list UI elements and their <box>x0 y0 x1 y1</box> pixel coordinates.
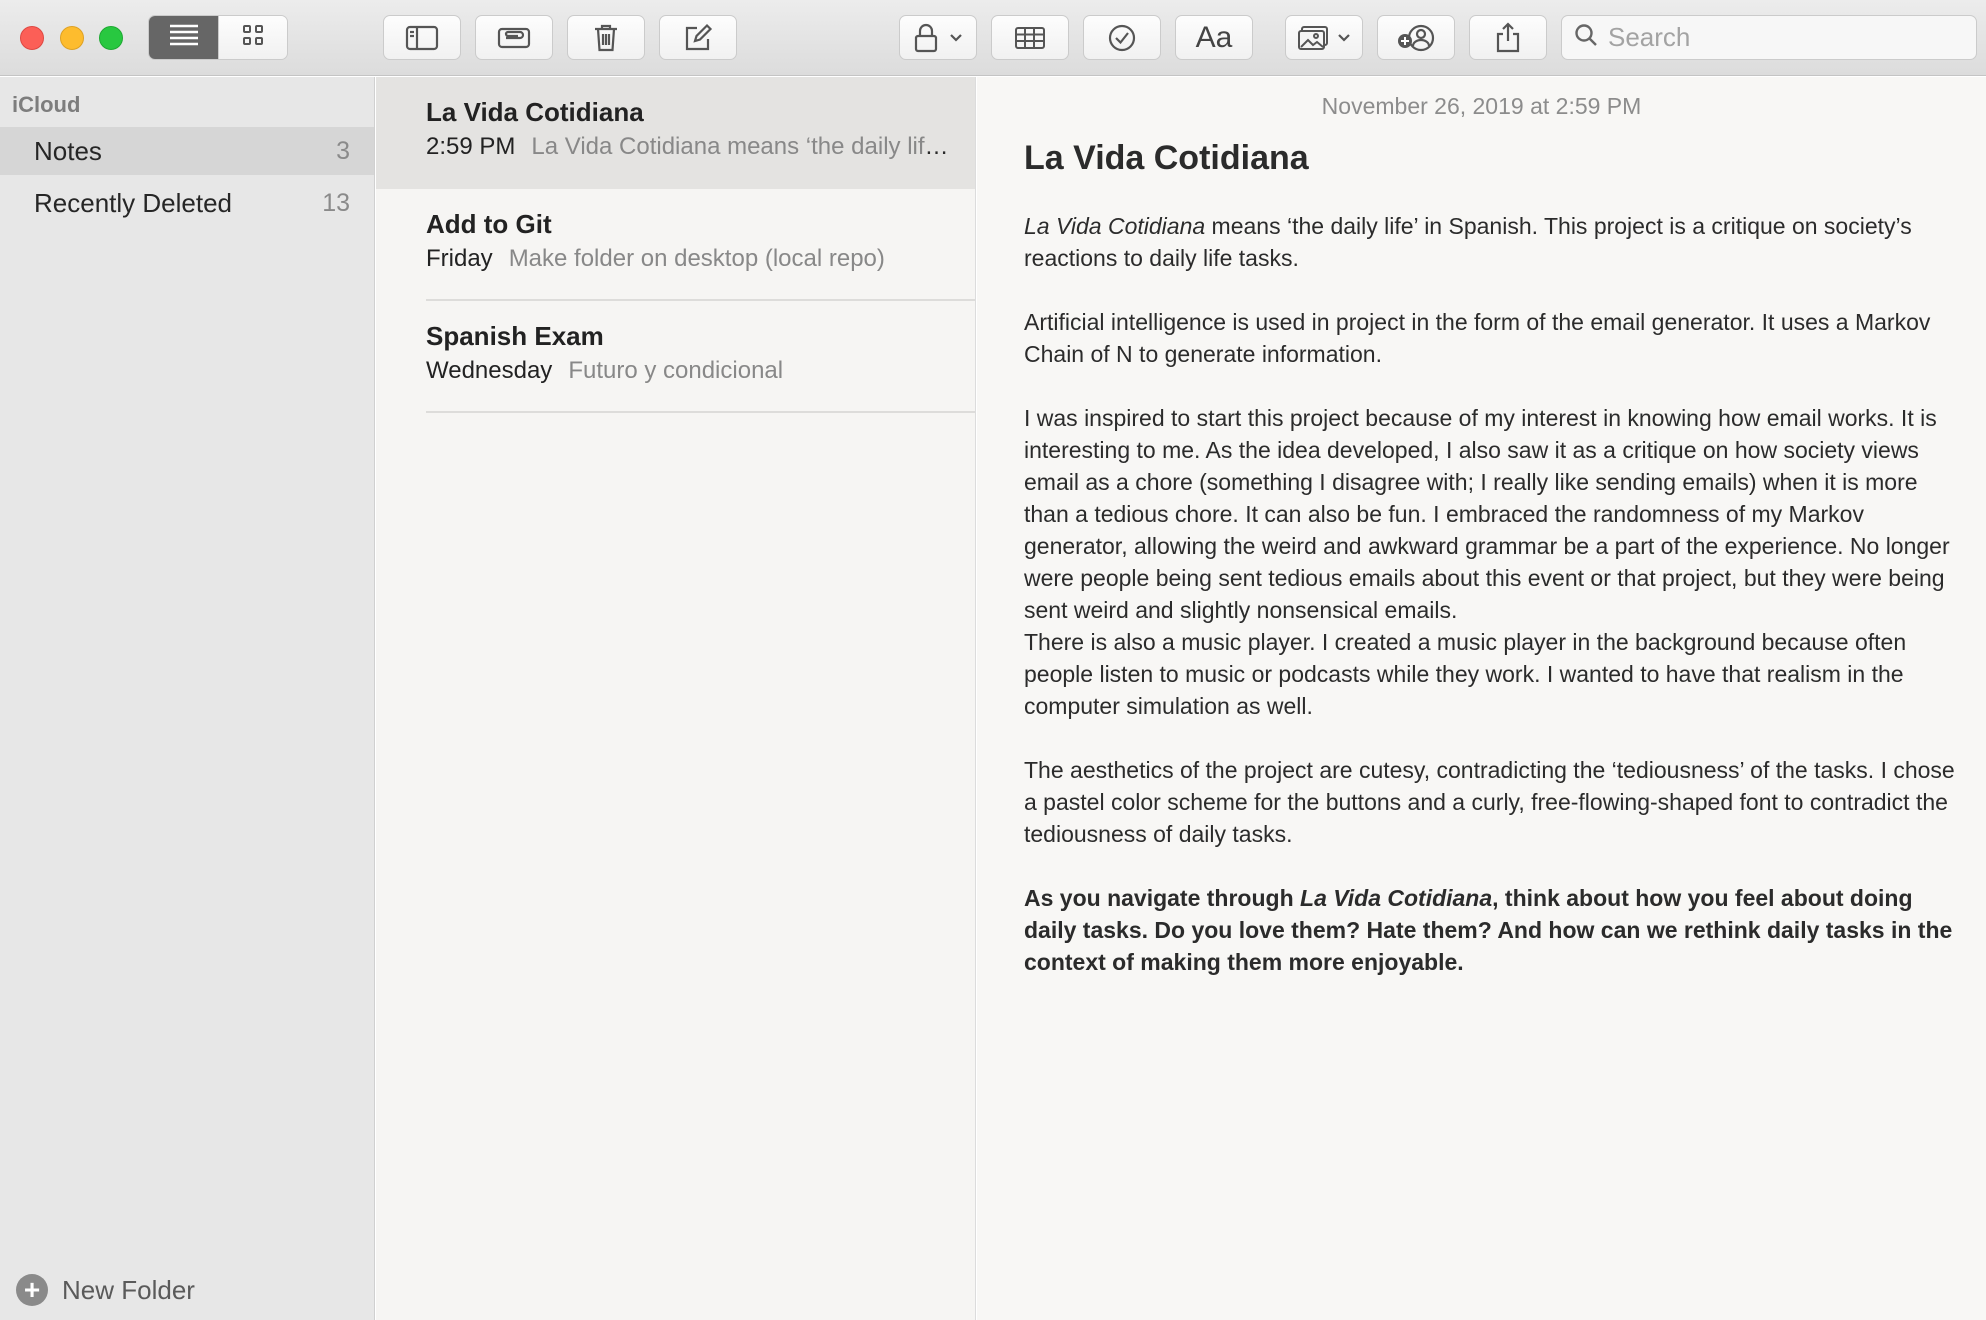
lock-icon <box>913 23 939 53</box>
sidebar-section-icloud: iCloud <box>12 92 81 117</box>
new-folder-label: New Folder <box>62 1274 195 1305</box>
delete-button[interactable] <box>567 15 645 60</box>
sidebar-item-count: 3 <box>336 136 350 165</box>
media-icon <box>1297 25 1329 51</box>
format-icon: Aa <box>1195 20 1233 54</box>
note-timestamp: November 26, 2019 at 2:59 PM <box>1321 93 1642 119</box>
trash-icon <box>592 23 620 53</box>
search-input[interactable] <box>1608 22 1968 53</box>
compose-icon <box>683 23 713 53</box>
toggle-sidebar-button[interactable] <box>383 15 461 60</box>
note-title: Spanish Exam <box>426 321 604 351</box>
sidebar-item-label: Notes <box>34 135 102 166</box>
sidebar-item-notes[interactable]: Notes 3 <box>0 127 374 175</box>
attachments-button[interactable] <box>475 15 553 60</box>
note-italic-text: La Vida Cotidiana <box>1300 885 1493 911</box>
note-date: Friday <box>426 245 493 272</box>
table-button[interactable] <box>991 15 1069 60</box>
sidebar-item-count: 13 <box>322 188 350 217</box>
share-button[interactable] <box>1469 15 1547 60</box>
note-italic-text: La Vida Cotidiana <box>1024 213 1206 239</box>
note-paragraph: Artificial intelligence is used in proje… <box>1024 309 1931 367</box>
note-meta: 2:59 PM La Vida Cotidiana means ‘the dail… <box>426 133 956 161</box>
search-field[interactable] <box>1561 15 1977 60</box>
new-folder-button[interactable]: + New Folder <box>16 1272 195 1308</box>
lock-menu-button[interactable] <box>899 15 977 60</box>
note-paragraph: There is also a music player. I created … <box>1024 629 1907 719</box>
notes-window: Aa iCloud <box>0 0 1986 1320</box>
note-title: La Vida Cotidiana <box>426 97 644 127</box>
format-button[interactable]: Aa <box>1175 15 1253 60</box>
folder-sidebar: iCloud Notes 3 Recently Deleted 13 + New… <box>0 77 375 1320</box>
note-paragraph: I was inspired to start this project bec… <box>1024 405 1950 623</box>
note-list-item[interactable]: Add to Git Friday Make folder on desktop … <box>376 189 975 301</box>
list-view-button[interactable] <box>149 16 218 59</box>
checklist-icon <box>1107 23 1137 53</box>
notes-list: La Vida Cotidiana 2:59 PM La Vida Cotidia… <box>376 77 976 1320</box>
sidebar-item-recently-deleted[interactable]: Recently Deleted 13 <box>0 179 374 227</box>
collaborate-icon <box>1396 23 1436 53</box>
list-divider <box>426 411 975 413</box>
note-preview: La Vida Cotidiana means ‘the daily life’… <box>531 133 956 160</box>
chevron-down-icon <box>1337 33 1351 43</box>
search-icon <box>1574 23 1598 52</box>
note-list-item[interactable]: La Vida Cotidiana 2:59 PM La Vida Cotidia… <box>376 77 975 189</box>
note-title: Add to Git <box>426 209 552 239</box>
toolbar: Aa <box>0 0 1986 76</box>
note-list-item[interactable]: Spanish Exam Wednesday Futuro y condicion… <box>376 301 975 413</box>
note-paragraph: The aesthetics of the project are cutesy… <box>1024 757 1955 847</box>
note-editor[interactable]: November 26, 2019 at 2:59 PM La Vida Cot… <box>977 77 1986 1320</box>
checklist-button[interactable] <box>1083 15 1161 60</box>
note-text: As you navigate through <box>1024 885 1301 911</box>
zoom-window-button[interactable] <box>99 26 123 50</box>
new-note-button[interactable] <box>659 15 737 60</box>
view-mode-toggle <box>148 15 288 60</box>
gallery-view-button[interactable] <box>218 16 287 59</box>
plus-circle-icon: + <box>16 1274 48 1306</box>
sidebar-item-label: Recently Deleted <box>34 187 232 218</box>
note-date: 2:59 PM <box>426 133 516 160</box>
note-meta: Wednesday Futuro y condicional <box>426 357 956 385</box>
collaborate-button[interactable] <box>1377 15 1455 60</box>
note-preview: Futuro y condicional <box>568 357 784 384</box>
note-body[interactable]: La Vida Cotidiana means ‘the daily life’… <box>1024 210 1964 978</box>
attachments-icon <box>497 25 531 51</box>
list-view-icon <box>169 24 199 51</box>
note-heading[interactable]: La Vida Cotidiana <box>1024 139 1309 178</box>
gallery-view-icon <box>242 24 264 51</box>
close-window-button[interactable] <box>20 26 44 50</box>
minimize-window-button[interactable] <box>60 26 84 50</box>
share-icon <box>1494 21 1522 54</box>
note-paragraph-bold: As you navigate through La Vida Cotidian… <box>1024 882 1964 978</box>
chevron-down-icon <box>949 33 963 43</box>
sidebar-toggle-icon <box>405 25 439 51</box>
note-preview: Make folder on desktop (local repo) <box>508 245 885 272</box>
note-paragraph: La Vida Cotidiana means ‘the daily life’… <box>1024 210 1964 274</box>
note-meta: Friday Make folder on desktop (local repo… <box>426 245 956 273</box>
table-icon <box>1014 26 1046 50</box>
media-menu-button[interactable] <box>1285 15 1363 60</box>
note-date: Wednesday <box>426 357 553 384</box>
